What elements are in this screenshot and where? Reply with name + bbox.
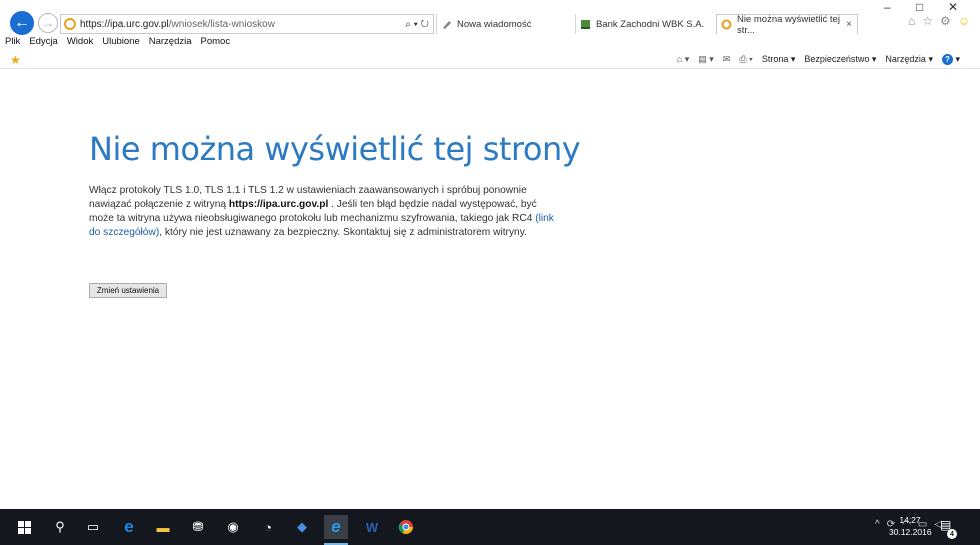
forward-arrow-icon: → [42,16,54,30]
internet-explorer-icon[interactable]: e [324,515,348,545]
favorites-star-icon[interactable]: ☆ [922,14,933,28]
menu-widok[interactable]: Widok [62,36,97,50]
loading-icon [721,19,732,30]
close-window-button[interactable]: ✕ [948,0,958,14]
add-favorites-icon[interactable]: ★ [10,53,21,67]
rss-feed-icon[interactable]: ▤ ▾ [698,54,714,65]
maximize-button[interactable]: □ [916,0,923,14]
error-site-name: https://ipa.urc.gov.pl [228,199,329,210]
help-button[interactable]: ? ▾ [941,54,960,65]
word-icon[interactable]: W [360,515,384,539]
tab-error-page[interactable]: Nie można wyświetlić tej str... × [716,13,858,36]
tab-close-icon[interactable]: × [846,19,852,30]
feedback-smiley-icon[interactable]: ☺ [958,14,970,28]
start-button[interactable] [12,515,36,539]
address-domain: urc.gov.pl [126,18,169,30]
mail-compose-icon [441,19,452,30]
tab-nowa-wiadomosc[interactable]: Nowa wiadomość [436,14,574,34]
notification-count-badge: 4 [947,529,957,539]
bank-icon [580,19,591,30]
windows-logo-icon [17,520,31,534]
dropbox-icon[interactable]: ◆ [290,515,314,539]
read-mail-icon[interactable]: ✉ [723,54,731,65]
chrome-icon[interactable] [394,515,418,539]
help-icon: ? [941,54,953,65]
tab-label: Nowa wiadomość [457,18,532,30]
taskbar: ⚲ ▭ e ▬ ⛃ ◉ ◔ ◆ e W ^ ⟳ ◠ ▭ ◁ 14:27 30.1… [0,509,980,545]
speedometer-app-icon[interactable]: ◔ [256,515,280,539]
forward-button[interactable]: → [38,13,58,33]
settings-gear-icon[interactable]: ⚙ [940,14,951,28]
home-page-icon[interactable]: ⌂ ▾ [677,54,689,65]
menu-bar: Plik Edycja Widok Ulubione Narzędzia Pom… [0,36,234,50]
strona-menu[interactable]: Strona ▾ [762,54,796,65]
bezpieczenstwo-menu[interactable]: Bezpieczeństwo ▾ [804,54,876,65]
back-button[interactable]: ← [10,11,34,35]
print-icon[interactable]: ⎙ ▾ [739,54,752,65]
store-icon[interactable]: ⛃ [186,515,210,539]
narzedzia-menu[interactable]: Narzędzia ▾ [885,54,933,65]
menu-ulubione[interactable]: Ulubione [97,36,144,50]
clock-date: 30.12.2016 [889,527,932,537]
menu-edycja[interactable]: Edycja [24,36,62,50]
clock-time: 14:27 [899,515,921,525]
error-description: Włącz protokoły TLS 1.0, TLS 1.1 i TLS 1… [89,184,559,240]
tab-label: Nie można wyświetlić tej str... [737,13,840,36]
edge-icon[interactable]: e [117,515,141,539]
top-right-icons: ⌂ ☆ ⚙ ☺ [908,14,970,28]
minimize-button[interactable]: – [884,0,891,14]
command-bar: ★ ⌂ ▾ ▤ ▾ ✉ ⎙ ▾ Strona ▾ Bezpieczeństwo … [0,52,980,69]
search-icon[interactable]: ⚲ [48,515,72,539]
page-title: Nie można wyświetlić tej strony [89,130,581,168]
clock[interactable]: 14:27 30.12.2016 [889,514,932,538]
tab-bank-zachodni[interactable]: Bank Zachodni WBK S.A. [575,14,715,34]
tab-label: Bank Zachodni WBK S.A. [596,18,705,30]
media-app-icon[interactable]: ◉ [221,515,245,539]
back-arrow-icon: ← [14,14,30,31]
site-favicon-icon [64,18,76,30]
address-host: https://ipa. [80,18,127,30]
menu-plik[interactable]: Plik [0,36,24,50]
address-bar[interactable]: https://ipa. urc.gov.pl/wniosek/lista-wni… [60,14,434,34]
error-text-3: , który nie jest uznawany za bezpieczny.… [159,227,527,238]
change-settings-button[interactable]: Zmień ustawienia [89,283,167,298]
file-explorer-icon[interactable]: ▬ [151,515,175,539]
show-hidden-icons-icon[interactable]: ^ [875,519,880,530]
home-icon[interactable]: ⌂ [908,14,915,28]
menu-pomoc[interactable]: Pomoc [196,36,235,50]
address-path: /wniosek/lista-wnioskow [168,18,275,30]
menu-narzedzia[interactable]: Narzędzia [144,36,196,50]
task-view-icon[interactable]: ▭ [81,515,105,539]
address-tools[interactable]: ⌕ ▾ ↻ [405,19,433,30]
browser-title-row: ← → https://ipa. urc.gov.pl/wniosek/lista… [0,0,980,36]
